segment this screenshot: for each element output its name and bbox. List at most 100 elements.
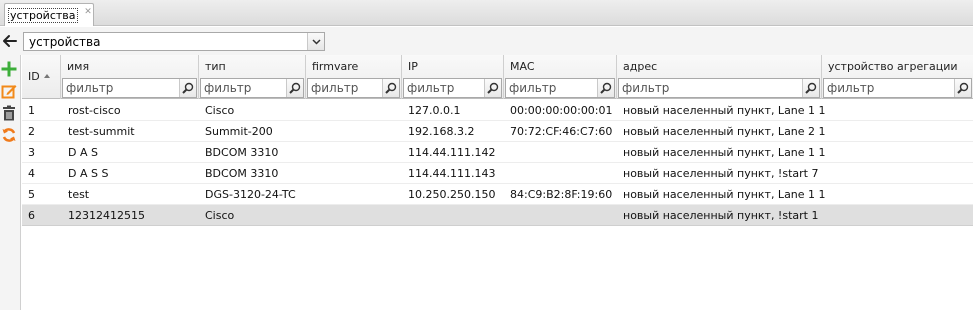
column-header-id[interactable]: ID — [22, 55, 61, 99]
cell-mac: 84:C9:B2:8F:19:60 — [510, 188, 613, 201]
table-row[interactable]: 2 test-summit Summit-200 192.168.3.2 70:… — [22, 121, 973, 142]
column-title-aggregation: устройство агрегации — [828, 60, 958, 73]
cell-ip: 192.168.3.2 — [408, 125, 475, 138]
cell-type: BDCOM 3310 — [205, 167, 279, 180]
filter-name — [62, 78, 197, 98]
edit-device-button[interactable] — [0, 81, 20, 101]
cell-mac: 70:72:CF:46:C7:60 — [510, 125, 613, 138]
devices-grid: ID имя тип firmvare — [22, 55, 973, 310]
cell-address: новый населенный пункт, !start 1 — [623, 209, 819, 222]
column-title-type: тип — [205, 60, 226, 73]
cell-id: 4 — [28, 167, 35, 180]
table-row[interactable]: 4 D A S S BDCOM 3310 114.44.111.143 новы… — [22, 163, 973, 184]
cell-type: DGS-3120-24-TC — [205, 188, 296, 201]
filter-address — [618, 78, 820, 98]
cell-ip: 10.250.250.150 — [408, 188, 496, 201]
column-header-firmware[interactable]: firmvare — [306, 55, 402, 99]
cell-type: Summit-200 — [205, 125, 273, 138]
cell-name: test-summit — [68, 125, 135, 138]
grid-header: ID имя тип firmvare — [22, 55, 973, 99]
column-title-id: ID — [28, 70, 40, 83]
filter-ip — [403, 78, 502, 98]
cell-id: 3 — [28, 146, 35, 159]
cell-ip: 114.44.111.143 — [408, 167, 496, 180]
cell-id: 5 — [28, 188, 35, 201]
close-icon[interactable]: ✕ — [83, 7, 93, 17]
sort-ascending-icon — [44, 74, 50, 78]
column-title-mac: MAC — [510, 60, 535, 73]
refresh-button[interactable] — [0, 125, 20, 145]
filter-ip-search-button[interactable] — [484, 79, 501, 97]
chevron-down-icon — [312, 39, 321, 45]
delete-device-button[interactable] — [0, 103, 20, 123]
pencil-edit-icon — [1, 85, 17, 99]
column-header-name[interactable]: имя — [61, 55, 199, 99]
cell-name: test — [68, 188, 90, 201]
cell-name: D A S S — [68, 167, 109, 180]
arrow-left-icon — [3, 35, 17, 47]
cell-type: Cisco — [205, 209, 235, 222]
cell-address: новый населенный пункт, !start 7 — [623, 167, 819, 180]
cell-address: новый населенный пункт, Lane 1 1 — [623, 188, 826, 201]
column-header-aggregation[interactable]: устройство агрегации — [822, 55, 973, 99]
tab-bar: устройства ✕ — [0, 0, 973, 26]
filter-firmware-input[interactable] — [308, 79, 383, 97]
cell-ip: 114.44.111.142 — [408, 146, 496, 159]
table-row[interactable]: 3 D A S BDCOM 3310 114.44.111.142 новый … — [22, 142, 973, 163]
filter-mac-search-button[interactable] — [597, 79, 614, 97]
filter-name-search-button[interactable] — [179, 79, 196, 97]
search-icon — [487, 82, 499, 94]
plus-icon — [1, 61, 17, 77]
cell-type: BDCOM 3310 — [205, 146, 279, 159]
search-icon — [385, 82, 397, 94]
table-row[interactable]: 1 rost-cisco Cisco 127.0.0.1 00:00:00:00… — [22, 100, 973, 121]
filter-address-search-button[interactable] — [802, 79, 819, 97]
column-header-mac[interactable]: MAC — [504, 55, 617, 99]
action-toolbar — [0, 55, 21, 310]
device-type-select[interactable]: устройства — [23, 32, 325, 51]
filter-type-search-button[interactable] — [286, 79, 303, 97]
cell-name: D A S — [68, 146, 98, 159]
column-header-type[interactable]: тип — [199, 55, 306, 99]
device-type-select-trigger[interactable] — [307, 33, 324, 50]
filter-firmware — [307, 78, 400, 98]
search-icon — [182, 82, 194, 94]
filter-aggregation-input[interactable] — [824, 79, 955, 97]
search-icon — [805, 82, 817, 94]
column-title-firmware: firmvare — [312, 60, 359, 73]
column-header-ip[interactable]: IP — [402, 55, 504, 99]
column-title-name: имя — [67, 60, 90, 73]
table-row[interactable]: 5 test DGS-3120-24-TC 10.250.250.150 84:… — [22, 184, 973, 205]
add-device-button[interactable] — [0, 59, 20, 79]
filter-ip-input[interactable] — [404, 79, 485, 97]
tab-devices[interactable]: устройства ✕ — [4, 3, 94, 26]
search-icon — [957, 82, 969, 94]
column-header-address[interactable]: адрес — [617, 55, 822, 99]
cell-name: 12312412515 — [68, 209, 145, 222]
cell-type: Cisco — [205, 104, 235, 117]
table-row-selected[interactable]: 6 12312412515 Cisco новый населенный пун… — [22, 205, 973, 226]
cell-mac: 00:00:00:00:00:01 — [510, 104, 613, 117]
filter-aggregation-search-button[interactable] — [954, 79, 971, 97]
cell-id: 2 — [28, 125, 35, 138]
filter-mac-input[interactable] — [506, 79, 598, 97]
trash-icon — [3, 105, 15, 121]
cell-address: новый населенный пункт, Lane 1 1 — [623, 104, 826, 117]
cell-id: 1 — [28, 104, 35, 117]
filter-firmware-search-button[interactable] — [382, 79, 399, 97]
filter-aggregation — [823, 78, 972, 98]
navigation-row: устройства — [0, 27, 973, 55]
filter-name-input[interactable] — [63, 79, 180, 97]
cell-name: rost-cisco — [68, 104, 121, 117]
tab-label[interactable]: устройства — [8, 8, 78, 23]
filter-address-input[interactable] — [619, 79, 803, 97]
refresh-icon — [2, 128, 16, 142]
filter-type — [200, 78, 304, 98]
filter-mac — [505, 78, 615, 98]
back-button[interactable] — [0, 29, 20, 53]
device-type-select-value: устройства — [29, 35, 101, 49]
column-title-address: адрес — [623, 60, 658, 73]
cell-address: новый населенный пункт, Lane 2 1 — [623, 125, 826, 138]
search-icon — [289, 82, 301, 94]
filter-type-input[interactable] — [201, 79, 287, 97]
